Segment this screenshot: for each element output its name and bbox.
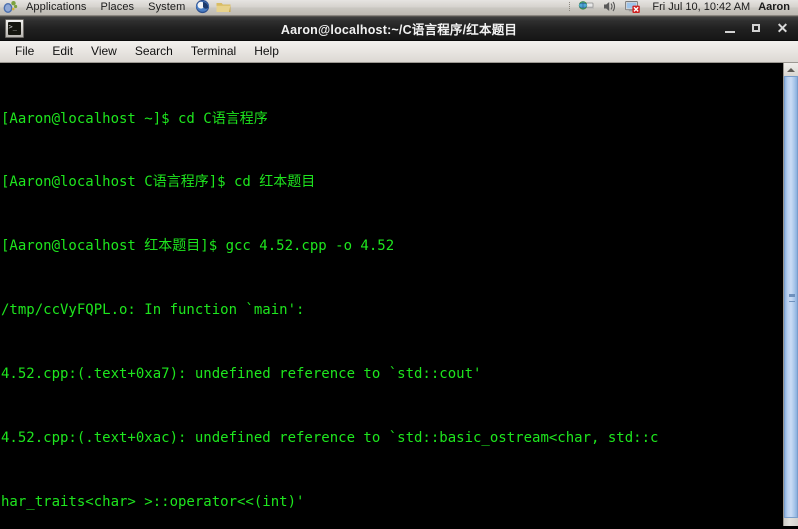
terminal-line: /tmp/ccVyFQPL.o: In function `main': <box>1 302 305 319</box>
menu-search[interactable]: Search <box>126 42 182 61</box>
tray-separator <box>569 2 573 11</box>
terminal-icon <box>5 19 24 38</box>
window-titlebar[interactable]: Aaron@localhost:~/C语言程序/红本题目 ✕ <box>0 16 798 41</box>
terminal-line: [Aaron@localhost ~]$ cd C语言程序 <box>1 110 268 127</box>
volume-icon[interactable] <box>601 0 618 14</box>
terminal-output[interactable]: [Aaron@localhost ~]$ cd C语言程序 [Aaron@loc… <box>0 63 783 526</box>
gnome-foot-icon <box>3 0 18 14</box>
update-error-icon[interactable] <box>624 0 641 14</box>
panel-username[interactable]: Aaron <box>758 0 798 15</box>
desktop-top-panel: Applications Places System Fri Jul 10, 1… <box>0 0 798 16</box>
menu-terminal[interactable]: Terminal <box>182 42 245 61</box>
maximize-button[interactable] <box>749 21 764 36</box>
menu-file[interactable]: File <box>6 42 43 61</box>
terminal-window: Aaron@localhost:~/C语言程序/红本题目 ✕ File Edit… <box>0 16 798 529</box>
terminal-line: 4.52.cpp:(.text+0xa7): undefined referen… <box>1 366 482 383</box>
menubar: File Edit View Search Terminal Help <box>0 41 798 63</box>
scroll-up-button[interactable] <box>784 63 798 77</box>
panel-clock[interactable]: Fri Jul 10, 10:42 AM <box>644 0 758 15</box>
menu-edit[interactable]: Edit <box>43 42 82 61</box>
terminal-line: [Aaron@localhost C语言程序]$ cd 红本题目 <box>1 174 316 191</box>
file-manager-icon[interactable] <box>215 0 232 14</box>
close-button[interactable]: ✕ <box>775 21 790 36</box>
scrollbar-thumb[interactable] <box>784 76 798 518</box>
window-title: Aaron@localhost:~/C语言程序/红本题目 <box>280 23 518 37</box>
network-icon[interactable] <box>578 0 595 14</box>
terminal-line: har_traits<char> >::operator<<(int)' <box>1 493 305 510</box>
menu-view[interactable]: View <box>82 42 126 61</box>
window-controls: ✕ <box>723 21 790 36</box>
terminal-body: [Aaron@localhost ~]$ cd C语言程序 [Aaron@loc… <box>0 63 798 526</box>
terminal-line: 4.52.cpp:(.text+0xac): undefined referen… <box>1 430 659 447</box>
panel-menu-system[interactable]: System <box>141 0 192 15</box>
terminal-line: [Aaron@localhost 红本题目]$ gcc 4.52.cpp -o … <box>1 238 395 255</box>
panel-menu-applications[interactable]: Applications <box>19 0 94 15</box>
minimize-button[interactable] <box>723 21 738 36</box>
menu-help[interactable]: Help <box>245 42 288 61</box>
web-browser-icon[interactable] <box>194 0 211 14</box>
terminal-scrollbar[interactable] <box>783 63 798 526</box>
panel-menu-places[interactable]: Places <box>94 0 142 15</box>
